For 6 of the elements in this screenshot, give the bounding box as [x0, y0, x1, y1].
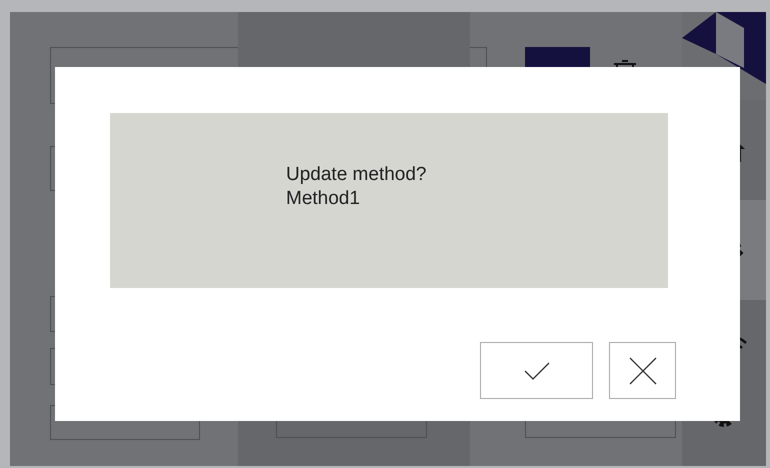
close-button[interactable] [609, 342, 676, 399]
method-name: Method1 [286, 187, 360, 211]
dialog-title: Update method? [286, 163, 426, 187]
close-icon [628, 356, 656, 384]
confirm-button[interactable] [480, 342, 593, 399]
check-icon [524, 362, 550, 380]
